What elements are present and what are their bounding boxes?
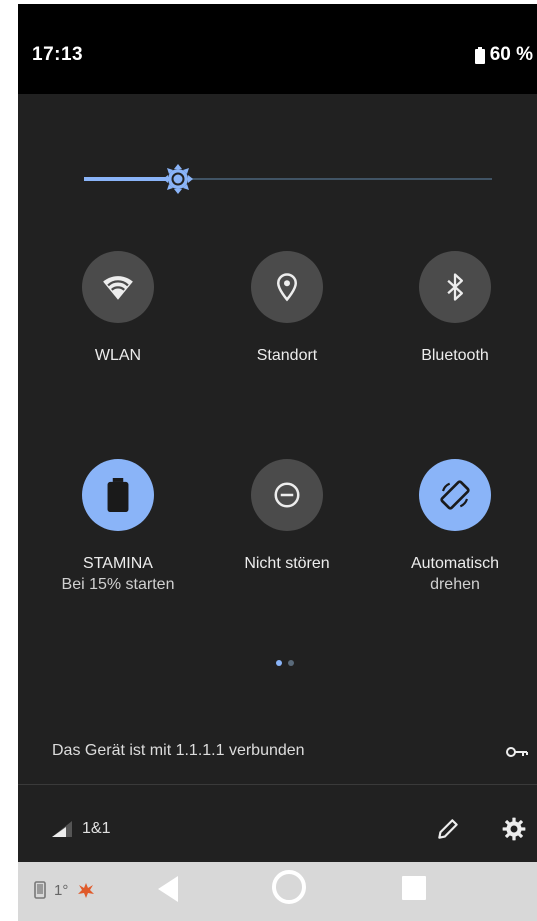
status-time: 17:13 <box>32 44 84 65</box>
tile-sublabel: drehen <box>430 576 480 593</box>
edit-pencil-icon[interactable] <box>435 816 461 842</box>
nav-notification-icons: 1° <box>34 880 96 900</box>
tile-auto-rotate[interactable]: Automatisch drehen <box>380 459 530 595</box>
app-notification-icon <box>78 883 95 898</box>
tile-label: Bluetooth <box>421 347 489 364</box>
tile-label: WLAN <box>94 347 142 364</box>
tile-label: Automatisch <box>410 555 500 572</box>
signal-icon <box>52 821 72 837</box>
auto-rotate-toggle[interactable] <box>419 459 491 531</box>
wifi-icon <box>103 276 133 300</box>
auto-rotate-icon <box>440 480 470 510</box>
do-not-disturb-icon <box>274 482 300 508</box>
tile-nicht-stoeren[interactable]: Nicht stören <box>212 459 362 574</box>
battery-percent: 60 % <box>489 44 533 65</box>
vpn-status-row[interactable]: Das Gerät ist mit 1.1.1.1 verbunden <box>18 724 537 785</box>
tile-stamina[interactable]: STAMINA Bei 15% starten <box>43 459 193 595</box>
do-not-disturb-toggle[interactable] <box>251 459 323 531</box>
battery-icon <box>474 46 485 64</box>
quick-settings-panel: 17:13 60 % WLAN Standort Bluetooth STAMI… <box>18 4 537 921</box>
gear-icon[interactable] <box>501 816 527 842</box>
vpn-key-icon <box>506 747 528 757</box>
tile-label: Nicht stören <box>244 555 330 572</box>
tile-standort[interactable]: Standort <box>212 251 362 366</box>
page-dot <box>288 660 294 666</box>
brightness-slider[interactable] <box>84 164 492 194</box>
navigation-bar: 1° <box>18 862 537 921</box>
carrier-name: 1&1 <box>82 820 111 837</box>
back-icon[interactable] <box>156 874 180 904</box>
location-pin-icon <box>276 273 298 302</box>
tile-sublabel: Bei 15% starten <box>61 576 175 593</box>
notification-text: 1° <box>54 881 69 899</box>
page-dot-active <box>276 660 282 666</box>
battery-status: 60 % <box>474 44 533 66</box>
carrier-info: 1&1 <box>52 820 110 838</box>
page-indicator <box>276 660 294 666</box>
bluetooth-toggle[interactable] <box>419 251 491 323</box>
quick-settings-footer: 1&1 <box>18 794 537 864</box>
tile-wlan[interactable]: WLAN <box>43 251 193 366</box>
brightness-thumb-icon[interactable] <box>163 164 193 194</box>
tile-label: Standort <box>256 347 318 364</box>
bluetooth-icon <box>447 273 463 301</box>
vpn-status-text: Das Gerät ist mit 1.1.1.1 verbunden <box>52 742 305 759</box>
tile-bluetooth[interactable]: Bluetooth <box>380 251 530 366</box>
battery-icon <box>107 478 129 512</box>
stamina-toggle[interactable] <box>82 459 154 531</box>
home-icon[interactable] <box>270 868 308 906</box>
tile-label: STAMINA <box>83 555 153 572</box>
phone-notification-icon <box>34 881 46 899</box>
location-toggle[interactable] <box>251 251 323 323</box>
status-bar: 17:13 60 % <box>18 4 537 94</box>
recents-icon[interactable] <box>400 874 428 902</box>
wlan-toggle[interactable] <box>82 251 154 323</box>
